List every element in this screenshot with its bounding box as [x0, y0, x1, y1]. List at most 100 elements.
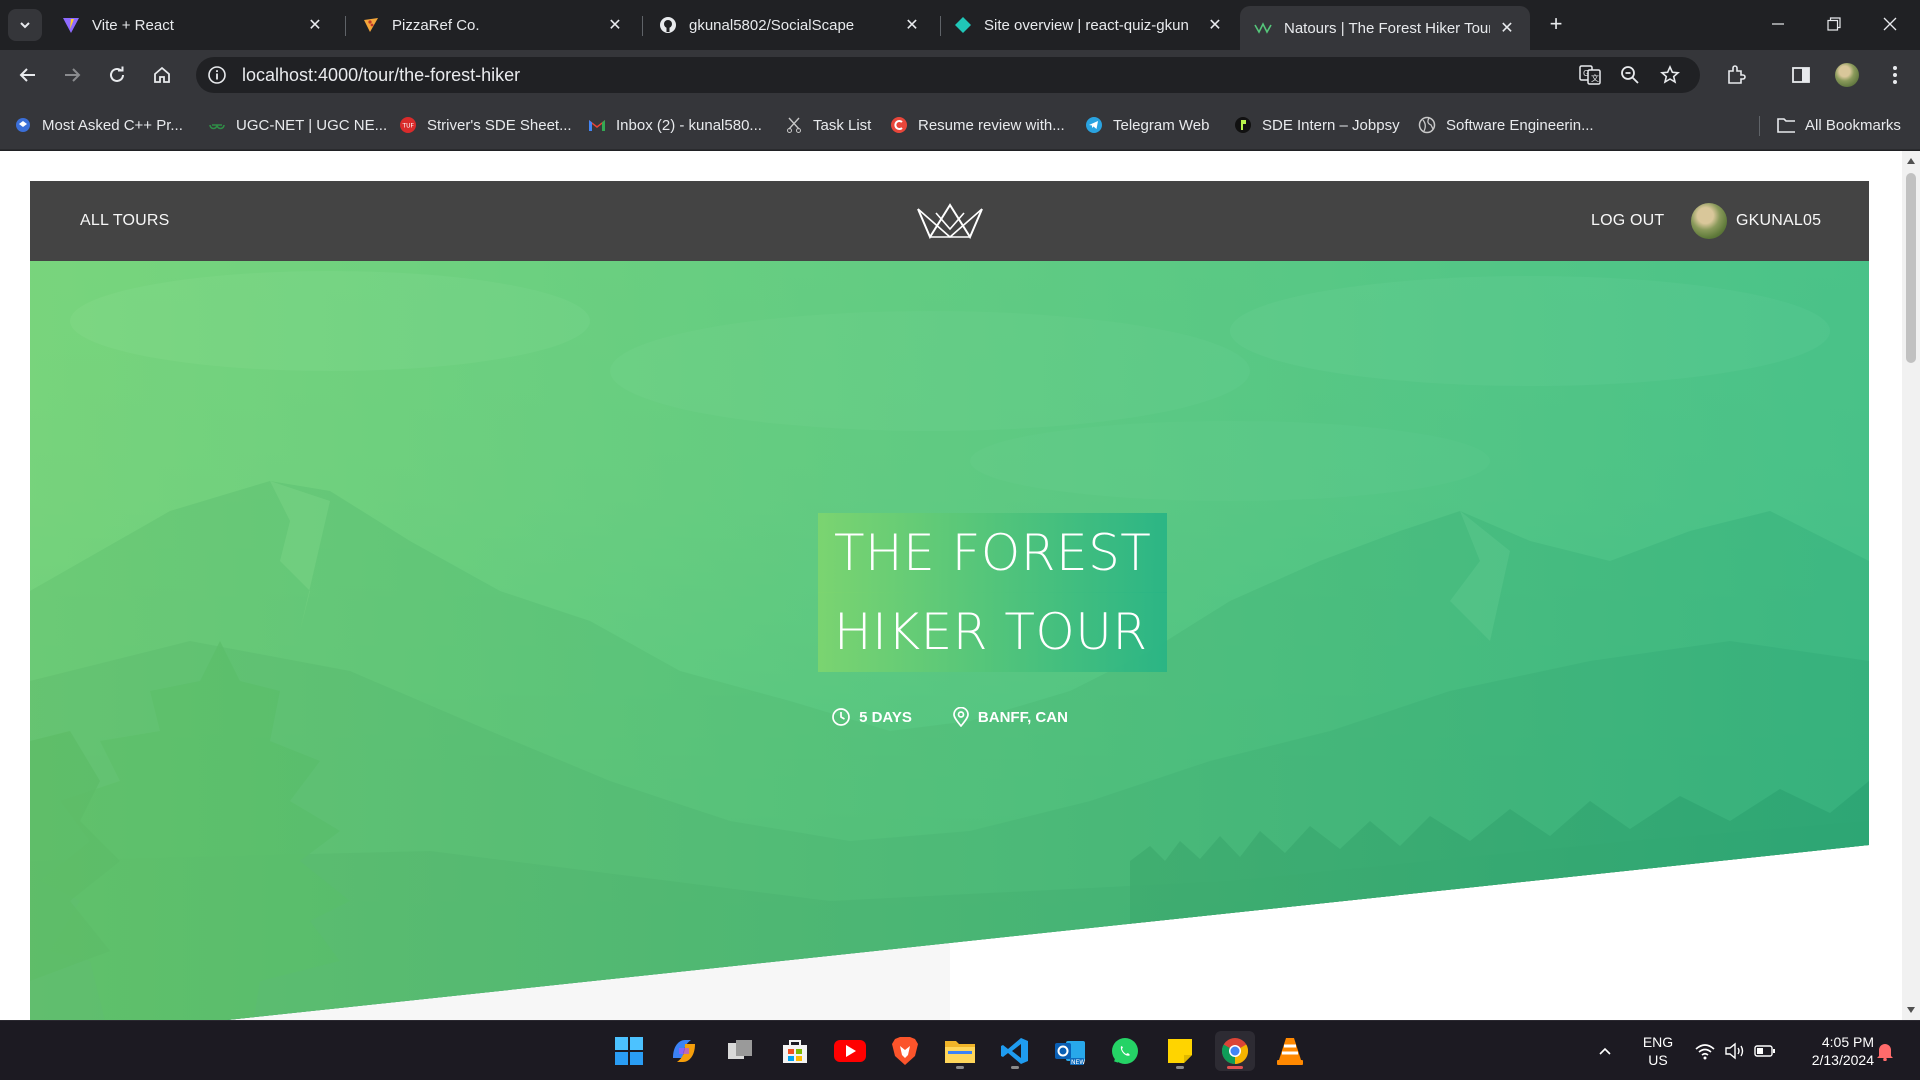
resume-icon	[890, 116, 908, 134]
jobpsy-icon	[1234, 116, 1252, 134]
running-indicator	[1011, 1066, 1019, 1069]
minimize-button[interactable]	[1750, 0, 1806, 48]
vlc-icon[interactable]	[1270, 1031, 1310, 1071]
bookmark-item[interactable]: SDE Intern – Jobpsy	[1234, 113, 1400, 137]
close-icon[interactable]: ✕	[1498, 19, 1516, 37]
task-view-icon[interactable]	[720, 1031, 760, 1071]
new-tab-button[interactable]: +	[1542, 10, 1570, 38]
tour-duration-text: 5 days	[859, 708, 912, 726]
restore-button[interactable]	[1806, 0, 1862, 48]
restore-icon	[1827, 17, 1841, 31]
tab-title: Natours | The Forest Hiker Tour	[1284, 19, 1490, 37]
battery-icon[interactable]	[1750, 1031, 1780, 1071]
chevron-up-icon[interactable]	[1590, 1031, 1620, 1071]
tab-separator	[345, 16, 346, 36]
file-explorer-icon[interactable]	[940, 1031, 980, 1071]
bookmark-item[interactable]: UGC-NET | UGC NE...	[208, 113, 387, 137]
clock-icon	[832, 708, 850, 726]
tab-github-socialscape[interactable]: gkunal5802/SocialScape ✕	[645, 6, 935, 44]
active-indicator	[1227, 1066, 1243, 1069]
clock[interactable]: 4:05 PM 2/13/2024	[1784, 1033, 1874, 1069]
bookmark-item[interactable]: Telegram Web	[1085, 113, 1209, 137]
browser-toolbar: localhost:4000/tour/the-forest-hiker G文	[0, 50, 1920, 100]
tab-search-button[interactable]	[8, 9, 42, 41]
home-button[interactable]	[146, 59, 178, 91]
tab-natours-active[interactable]: Natours | The Forest Hiker Tour ✕	[1240, 6, 1530, 50]
tour-title-line-2: Hiker Tour	[818, 592, 1168, 672]
copilot-icon[interactable]	[664, 1031, 704, 1071]
close-icon[interactable]: ✕	[1206, 16, 1224, 34]
nav-user-name[interactable]: GKUNAL05	[1736, 181, 1821, 261]
tab-pizzaref[interactable]: PizzaRef Co. ✕	[348, 6, 638, 44]
bookmark-item[interactable]: Most Asked C++ Pr...	[14, 113, 183, 137]
folder-icon	[1777, 116, 1795, 134]
tour-hero-details: 5 days Banff, CAN	[30, 707, 1869, 727]
bookmark-item[interactable]: Task List	[785, 113, 871, 137]
arrow-right-icon	[65, 68, 81, 82]
wifi-icon[interactable]	[1690, 1031, 1720, 1071]
bookmark-item[interactable]: Inbox (2) - kunal580...	[588, 113, 762, 137]
side-panel-icon[interactable]	[1785, 59, 1817, 91]
volume-icon[interactable]	[1720, 1031, 1750, 1071]
close-icon[interactable]: ✕	[306, 16, 324, 34]
back-button[interactable]	[12, 59, 44, 91]
brave-icon[interactable]	[885, 1031, 925, 1071]
bookmark-star-icon[interactable]	[1658, 63, 1682, 87]
bookmark-label: UGC-NET | UGC NE...	[236, 116, 388, 134]
reload-button[interactable]	[101, 59, 133, 91]
clock-date: 2/13/2024	[1811, 1052, 1874, 1068]
globe-icon	[1418, 116, 1436, 134]
user-avatar[interactable]	[1691, 203, 1727, 239]
url-text: localhost:4000/tour/the-forest-hiker	[242, 65, 521, 85]
address-bar[interactable]: localhost:4000/tour/the-forest-hiker G文	[196, 57, 1700, 93]
tour-location: Banff, CAN	[952, 707, 1068, 727]
svg-text:G: G	[1583, 69, 1589, 78]
bookmark-label: SDE Intern – Jobpsy	[1262, 116, 1400, 134]
all-bookmarks-button[interactable]: All Bookmarks	[1777, 113, 1901, 137]
chrome-icon[interactable]	[1215, 1031, 1255, 1071]
bookmark-item[interactable]: Resume review with...	[890, 113, 1065, 137]
scroll-down-arrow-icon[interactable]	[1907, 1007, 1915, 1013]
telegram-icon	[1085, 116, 1103, 134]
outlook-icon[interactable]: NEW	[1050, 1031, 1090, 1071]
language-indicator[interactable]: ENG US	[1633, 1033, 1683, 1069]
site-header: All tours Log out GKUNAL05	[30, 181, 1869, 261]
natours-logo-icon[interactable]	[916, 199, 984, 241]
page-viewport: The Forest Hiker Tour 5 days Banff, CAN …	[0, 151, 1920, 1020]
github-icon	[659, 16, 677, 34]
scroll-thumb[interactable]	[1906, 173, 1916, 363]
sticky-notes-icon[interactable]	[1160, 1031, 1200, 1071]
close-icon[interactable]: ✕	[903, 16, 921, 34]
close-window-button[interactable]	[1862, 0, 1918, 48]
svg-text:文: 文	[1591, 73, 1599, 83]
tab-separator	[642, 16, 643, 36]
tour-title-line-1: The Forest	[818, 513, 1168, 593]
nav-all-tours-link[interactable]: All tours	[80, 181, 170, 261]
youtube-icon[interactable]	[830, 1031, 870, 1071]
windows-start-icon[interactable]	[609, 1031, 649, 1071]
bookmark-item[interactable]: Software Engineerin...	[1418, 113, 1594, 137]
forward-button[interactable]	[56, 59, 88, 91]
home-icon	[154, 66, 170, 83]
site-info-icon[interactable]	[206, 64, 228, 86]
windows-taskbar: NEW ENG US 4:05 PM 2/13/2024	[0, 1020, 1920, 1080]
reload-icon	[110, 66, 124, 82]
scroll-up-arrow-icon[interactable]	[1907, 158, 1915, 164]
zoom-icon[interactable]	[1618, 63, 1642, 87]
bookmark-item[interactable]: TUF Striver's SDE Sheet...	[399, 113, 572, 137]
close-icon[interactable]: ✕	[606, 16, 624, 34]
tab-vite-react[interactable]: Vite + React ✕	[48, 6, 338, 44]
vscode-icon[interactable]	[995, 1031, 1035, 1071]
nav-logout-link[interactable]: Log out	[1591, 181, 1664, 261]
notification-bell-icon[interactable]	[1870, 1031, 1900, 1071]
tab-netlify-site-overview[interactable]: Site overview | react-quiz-gkun ✕	[940, 6, 1238, 44]
tuf-icon: TUF	[399, 116, 417, 134]
arrow-left-icon	[19, 68, 35, 82]
whatsapp-icon[interactable]	[1105, 1031, 1145, 1071]
page-scrollbar[interactable]	[1902, 151, 1920, 1020]
extensions-icon[interactable]	[1720, 59, 1752, 91]
translate-icon[interactable]: G文	[1578, 63, 1602, 87]
microsoft-store-icon[interactable]	[775, 1031, 815, 1071]
profile-avatar-icon[interactable]	[1831, 59, 1863, 91]
chrome-menu-icon[interactable]	[1879, 59, 1911, 91]
